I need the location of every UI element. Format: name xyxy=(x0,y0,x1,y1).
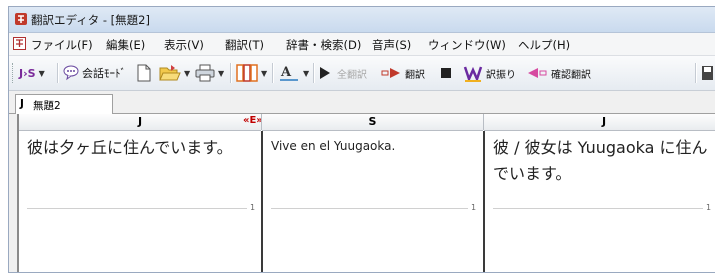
sentence-divider xyxy=(271,208,468,209)
translation-direction-dropdown[interactable]: J›S ▼ xyxy=(19,62,45,84)
source-pane[interactable]: 彼は夕ヶ丘に住んでいます。 1 xyxy=(19,131,261,272)
target-pane[interactable]: Vive en el Yuugaoka. 1 xyxy=(263,131,483,272)
translate-arrow-icon xyxy=(381,68,400,78)
folder-open-icon xyxy=(159,65,181,81)
title-bar: 翻訳エディタ - [無題2] xyxy=(9,7,715,33)
back-translation-column-header: J xyxy=(484,114,715,131)
print-button[interactable]: ▼ xyxy=(195,62,224,84)
document-menu-icon[interactable] xyxy=(13,37,26,50)
font-size-button[interactable]: A ▼ xyxy=(278,62,309,84)
furigana-icon xyxy=(463,66,483,82)
toolbar: J›S ▼ 会話ﾓｰﾄﾞ ▼ ▼ ▼ A ▼ 全翻訳 翻訳 訳振り 確認翻訳 xyxy=(9,56,715,91)
target-language-label: S xyxy=(368,115,377,128)
source-text[interactable]: 彼は夕ヶ丘に住んでいます。 xyxy=(27,135,255,161)
back-translate-arrow-icon xyxy=(528,68,547,78)
translate-button[interactable]: 翻訳 xyxy=(381,62,425,84)
new-document-button[interactable] xyxy=(136,62,152,84)
swap-languages-button[interactable]: «E» xyxy=(243,115,263,126)
sentence-number: 1 xyxy=(250,203,256,212)
furigana-label: 訳振り xyxy=(486,69,516,81)
stop-button[interactable] xyxy=(440,62,452,84)
toolbar-grip[interactable] xyxy=(12,63,16,83)
target-column-header: S xyxy=(262,114,483,131)
font-icon: A xyxy=(280,65,298,81)
new-document-icon xyxy=(137,64,151,82)
save-icon xyxy=(702,66,713,80)
toolbar-separator xyxy=(57,63,59,83)
translate-all-label: 全翻訳 xyxy=(337,69,367,81)
translate-all-button[interactable]: 全翻訳 xyxy=(318,62,367,84)
window-title: 翻訳エディタ - [無題2] xyxy=(31,13,150,27)
menu-file[interactable]: ファイル(F) xyxy=(31,37,93,53)
tab-language-label: J xyxy=(20,98,24,110)
conversation-mode-button[interactable]: 会話ﾓｰﾄﾞ xyxy=(62,62,126,84)
menu-dictionary[interactable]: 辞書・検索(D) xyxy=(286,37,361,53)
document-tab[interactable]: J 無題2 xyxy=(15,94,113,114)
toolbar-separator xyxy=(695,63,697,83)
sentence-number: 1 xyxy=(471,203,477,212)
back-translation-pane[interactable]: 彼 / 彼女は Yuugaoka に住んでいます。 1 xyxy=(485,131,715,272)
menu-translate[interactable]: 翻訳(T) xyxy=(225,37,264,53)
menu-edit[interactable]: 編集(E) xyxy=(106,37,145,53)
source-column-header: J xyxy=(19,114,261,131)
sentence-divider xyxy=(493,208,703,209)
svg-text:A: A xyxy=(280,65,292,80)
confirm-translate-button[interactable]: 確認翻訳 xyxy=(525,62,591,84)
sentence-divider xyxy=(27,208,247,209)
tab-title: 無題2 xyxy=(33,100,61,112)
menu-window[interactable]: ウィンドウ(W) xyxy=(428,37,506,53)
open-file-button[interactable]: ▼ xyxy=(159,62,190,84)
back-translation-text: 彼 / 彼女は Yuugaoka に住んでいます。 xyxy=(493,138,708,183)
chevron-down-icon: ▼ xyxy=(184,68,191,78)
overflow-button[interactable] xyxy=(701,62,713,84)
conversation-mode-label: 会話ﾓｰﾄﾞ xyxy=(82,67,126,80)
back-translation-language-label: J xyxy=(601,115,607,128)
confirm-translate-label: 確認翻訳 xyxy=(551,69,591,81)
translation-editor: J «E» S J 彼は夕ヶ丘に住んでいます。 1 Vive en el Yuu… xyxy=(17,114,715,272)
translate-label: 翻訳 xyxy=(405,69,425,81)
menu-view[interactable]: 表示(V) xyxy=(164,37,204,53)
app-window: 翻訳エディタ - [無題2] ファイル(F) 編集(E) 表示(V) 翻訳(T)… xyxy=(8,6,715,273)
toolbar-separator xyxy=(230,63,232,83)
play-icon xyxy=(320,67,330,79)
furigana-button[interactable]: 訳振り xyxy=(463,62,516,84)
toolbar-separator xyxy=(313,63,315,83)
chevron-down-icon: ▼ xyxy=(303,68,310,78)
chevron-down-icon: ▼ xyxy=(261,68,268,78)
split-columns-icon xyxy=(236,64,258,82)
menu-help[interactable]: ヘルプ(H) xyxy=(518,37,570,53)
target-text[interactable]: Vive en el Yuugaoka. xyxy=(271,135,477,157)
menu-bar: ファイル(F) 編集(E) 表示(V) 翻訳(T) 辞書・検索(D) 音声(S)… xyxy=(9,33,715,56)
printer-icon xyxy=(195,64,215,82)
direction-label: J›S xyxy=(19,66,36,80)
layout-button[interactable]: ▼ xyxy=(236,62,267,84)
source-language-label: J xyxy=(137,115,143,128)
menu-voice[interactable]: 音声(S) xyxy=(372,37,411,53)
speech-bubble-icon xyxy=(63,65,79,81)
chevron-down-icon: ▼ xyxy=(38,68,45,78)
sentence-number: 1 xyxy=(706,203,712,212)
document-tab-strip: J 無題2 xyxy=(9,91,715,114)
toolbar-separator xyxy=(272,63,274,83)
chevron-down-icon: ▼ xyxy=(218,68,225,78)
app-icon xyxy=(15,13,27,25)
stop-icon xyxy=(441,68,451,78)
